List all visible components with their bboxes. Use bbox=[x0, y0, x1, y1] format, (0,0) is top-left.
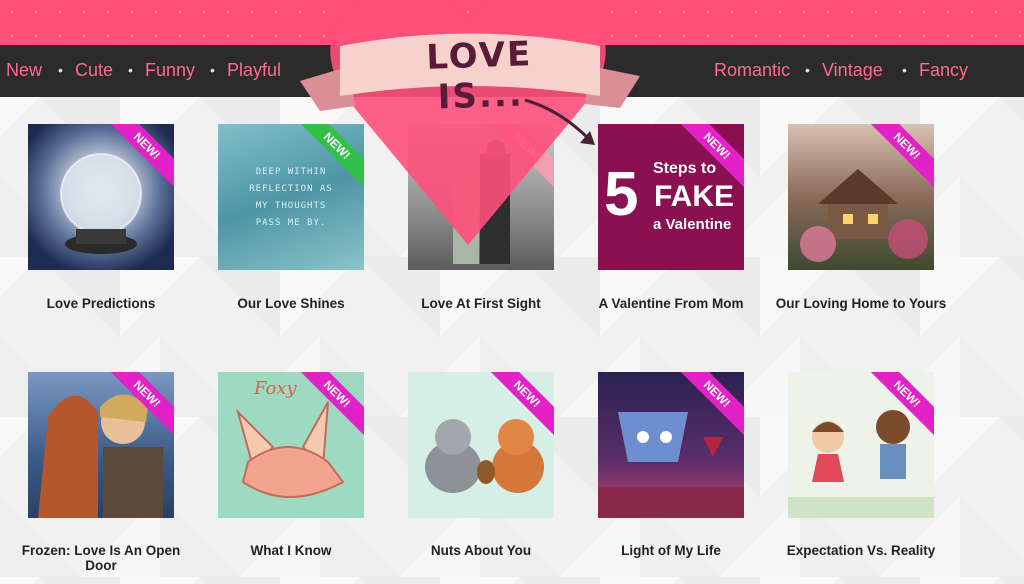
card-inner-text: DEEP WITHIN REFLECTION AS MY THOUGHTS PA… bbox=[249, 167, 333, 228]
nav-fancy[interactable]: Fancy bbox=[919, 59, 968, 81]
card-inner-big: 5 bbox=[604, 160, 639, 229]
nav-separator: • bbox=[58, 62, 63, 78]
card-thumbnail[interactable]: NEW! bbox=[408, 372, 554, 518]
card-thumbnail[interactable]: 5 Steps to FAKE a Valentine NEW! bbox=[598, 124, 744, 270]
banner-title: LOVE IS... bbox=[425, 34, 533, 118]
card-inner-text: Foxy bbox=[254, 378, 297, 399]
nav-vintage[interactable]: Vintage bbox=[822, 59, 883, 81]
nav-romantic[interactable]: Romantic bbox=[714, 59, 790, 81]
nav-new[interactable]: New bbox=[6, 59, 42, 81]
card-inner-mid: FAKE bbox=[654, 180, 735, 213]
card-thumbnail[interactable]: NEW! bbox=[788, 372, 934, 518]
card-title[interactable]: A Valentine From Mom bbox=[576, 296, 766, 311]
card-title[interactable]: Love Predictions bbox=[6, 296, 196, 311]
card-thumbnail[interactable]: NEW! bbox=[408, 124, 554, 270]
card-inner-bottom: a Valentine bbox=[653, 216, 732, 233]
card-title[interactable]: Our Love Shines bbox=[196, 296, 386, 311]
card-title[interactable]: Our Loving Home to Yours bbox=[766, 296, 956, 311]
card-title[interactable]: Nuts About You bbox=[386, 543, 576, 558]
nav-separator: • bbox=[902, 62, 907, 78]
card-thumbnail[interactable]: DEEP WITHIN REFLECTION AS MY THOUGHTS PA… bbox=[218, 124, 364, 270]
card-title[interactable]: Light of My Life bbox=[576, 543, 766, 558]
nav-funny[interactable]: Funny bbox=[145, 59, 195, 81]
nav-playful[interactable]: Playful bbox=[227, 59, 281, 81]
card-inner-top: Steps to bbox=[653, 160, 717, 177]
card-title[interactable]: Love At First Sight bbox=[386, 296, 576, 311]
nav-separator: • bbox=[805, 62, 810, 78]
card-title[interactable]: What I Know bbox=[196, 543, 386, 558]
nav-separator: • bbox=[128, 62, 133, 78]
card-thumbnail[interactable]: NEW! bbox=[28, 124, 174, 270]
nav-separator: • bbox=[210, 62, 215, 78]
card-title[interactable]: Expectation Vs. Reality bbox=[766, 543, 956, 558]
card-thumbnail[interactable]: NEW! bbox=[598, 372, 744, 518]
card-thumbnail[interactable]: NEW! bbox=[28, 372, 174, 518]
card-title[interactable]: Frozen: Love Is An Open Door bbox=[6, 543, 196, 573]
nav-cute[interactable]: Cute bbox=[75, 59, 113, 81]
card-thumbnail[interactable]: NEW! bbox=[788, 124, 934, 270]
card-thumbnail[interactable]: Foxy NEW! bbox=[218, 372, 364, 518]
